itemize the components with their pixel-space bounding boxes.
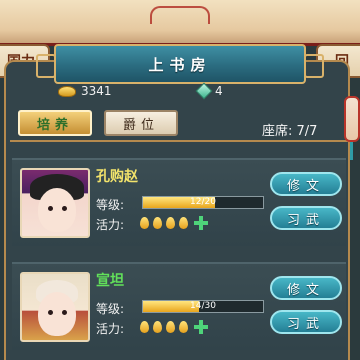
energy-drops	[140, 216, 208, 230]
level-progress-bar: 12/20	[142, 196, 264, 209]
face-icon	[38, 292, 76, 336]
eye-icon	[62, 206, 67, 211]
student-name: 孔购赵	[96, 169, 138, 185]
martial-button[interactable]: 习武	[270, 310, 342, 334]
tab-cultivate[interactable]: 培养	[18, 110, 92, 136]
gold-amount: 3341	[81, 84, 112, 98]
seat-count: 座席: 7/7	[262, 124, 318, 139]
energy-label: 活力:	[96, 322, 125, 336]
student-name: 宣坦	[96, 273, 124, 289]
add-energy-icon[interactable]	[194, 216, 208, 230]
eye-icon	[48, 310, 53, 315]
level-progress-text: 12/20	[190, 197, 216, 207]
student-card: 宣坦 等级: 14/30 活力: 修文 习武	[12, 262, 346, 350]
level-progress-text: 14/30	[190, 301, 216, 311]
energy-drops	[140, 320, 208, 334]
tab-title[interactable]: 爵位	[104, 110, 178, 136]
energy-label: 活力:	[96, 218, 125, 232]
jade-counter: 4	[195, 82, 223, 100]
add-energy-icon[interactable]	[194, 320, 208, 334]
energy-drop-icon	[140, 321, 149, 333]
ornament-icon	[150, 6, 210, 24]
study-button[interactable]: 修文	[270, 276, 342, 300]
lantern-icon[interactable]	[344, 96, 360, 142]
level-progress-bar: 14/30	[142, 300, 264, 313]
energy-drop-icon	[140, 217, 149, 229]
level-label: 等级:	[96, 198, 125, 212]
energy-drop-icon	[166, 217, 175, 229]
student-portrait[interactable]	[20, 168, 90, 238]
jade-gem-icon	[195, 82, 213, 100]
energy-drop-icon	[153, 321, 162, 333]
tassel-decoration	[350, 142, 353, 160]
study-button[interactable]: 修文	[270, 172, 342, 196]
face-icon	[38, 188, 76, 232]
jade-amount: 4	[215, 84, 223, 98]
energy-drop-icon	[179, 321, 188, 333]
eye-icon	[48, 206, 53, 211]
energy-drop-icon	[179, 217, 188, 229]
eye-icon	[62, 310, 67, 315]
energy-drop-icon	[153, 217, 162, 229]
gold-ingot-icon	[58, 85, 76, 97]
student-card: 孔购赵 等级: 12/20 活力: 修文 习武	[12, 158, 346, 246]
student-portrait[interactable]	[20, 272, 90, 342]
top-decorative-band	[0, 0, 360, 46]
energy-drop-icon	[166, 321, 175, 333]
level-label: 等级:	[96, 302, 125, 316]
page-title: 上书房	[36, 44, 324, 84]
gold-counter: 3341	[58, 84, 112, 98]
martial-button[interactable]: 习武	[270, 206, 342, 230]
